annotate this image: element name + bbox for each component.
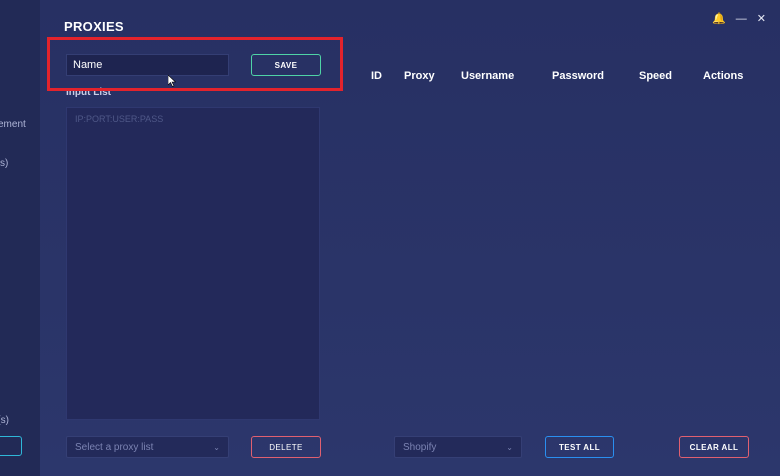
proxy-input-textarea[interactable] [67,108,319,419]
chevron-down-icon: ⌄ [506,443,513,452]
clear-all-button[interactable]: CLEAR ALL [679,436,749,458]
minimize-icon[interactable]: — [736,12,747,26]
site-select[interactable]: Shopify ⌄ [394,436,522,458]
proxy-input-area [66,107,320,420]
column-header-id: ID [371,70,382,82]
bell-icon[interactable]: 🔔 [712,12,726,26]
proxy-list-select[interactable]: Select a proxy list ⌄ [66,436,229,458]
column-header-username: Username [461,70,515,82]
mouse-cursor-icon [168,75,176,87]
close-icon[interactable]: ✕ [757,12,766,26]
proxy-list-select-value: Select a proxy list [75,441,154,453]
column-header-speed: Speed [639,70,673,82]
column-header-actions: Actions [703,70,744,82]
page-title: PROXIES [64,19,124,34]
sidebar: ement s) r(s) [0,0,40,476]
chevron-down-icon: ⌄ [213,443,220,452]
column-header-proxy: Proxy [404,70,435,82]
sidebar-item-management[interactable]: ement [0,119,26,130]
input-list-label: Input List [66,87,111,98]
sidebar-item-proxies[interactable]: s) [0,158,8,169]
delete-button[interactable]: DELETE [251,436,321,458]
column-header-password: Password [552,70,604,82]
save-button[interactable]: SAVE [251,54,321,76]
window-controls: 🔔 — ✕ [712,12,766,26]
site-select-value: Shopify [403,441,437,453]
sidebar-item-footer[interactable]: r(s) [0,415,9,426]
sidebar-button[interactable] [0,436,22,456]
proxy-list-name-input[interactable] [66,54,229,76]
test-all-button[interactable]: TEST ALL [545,436,614,458]
